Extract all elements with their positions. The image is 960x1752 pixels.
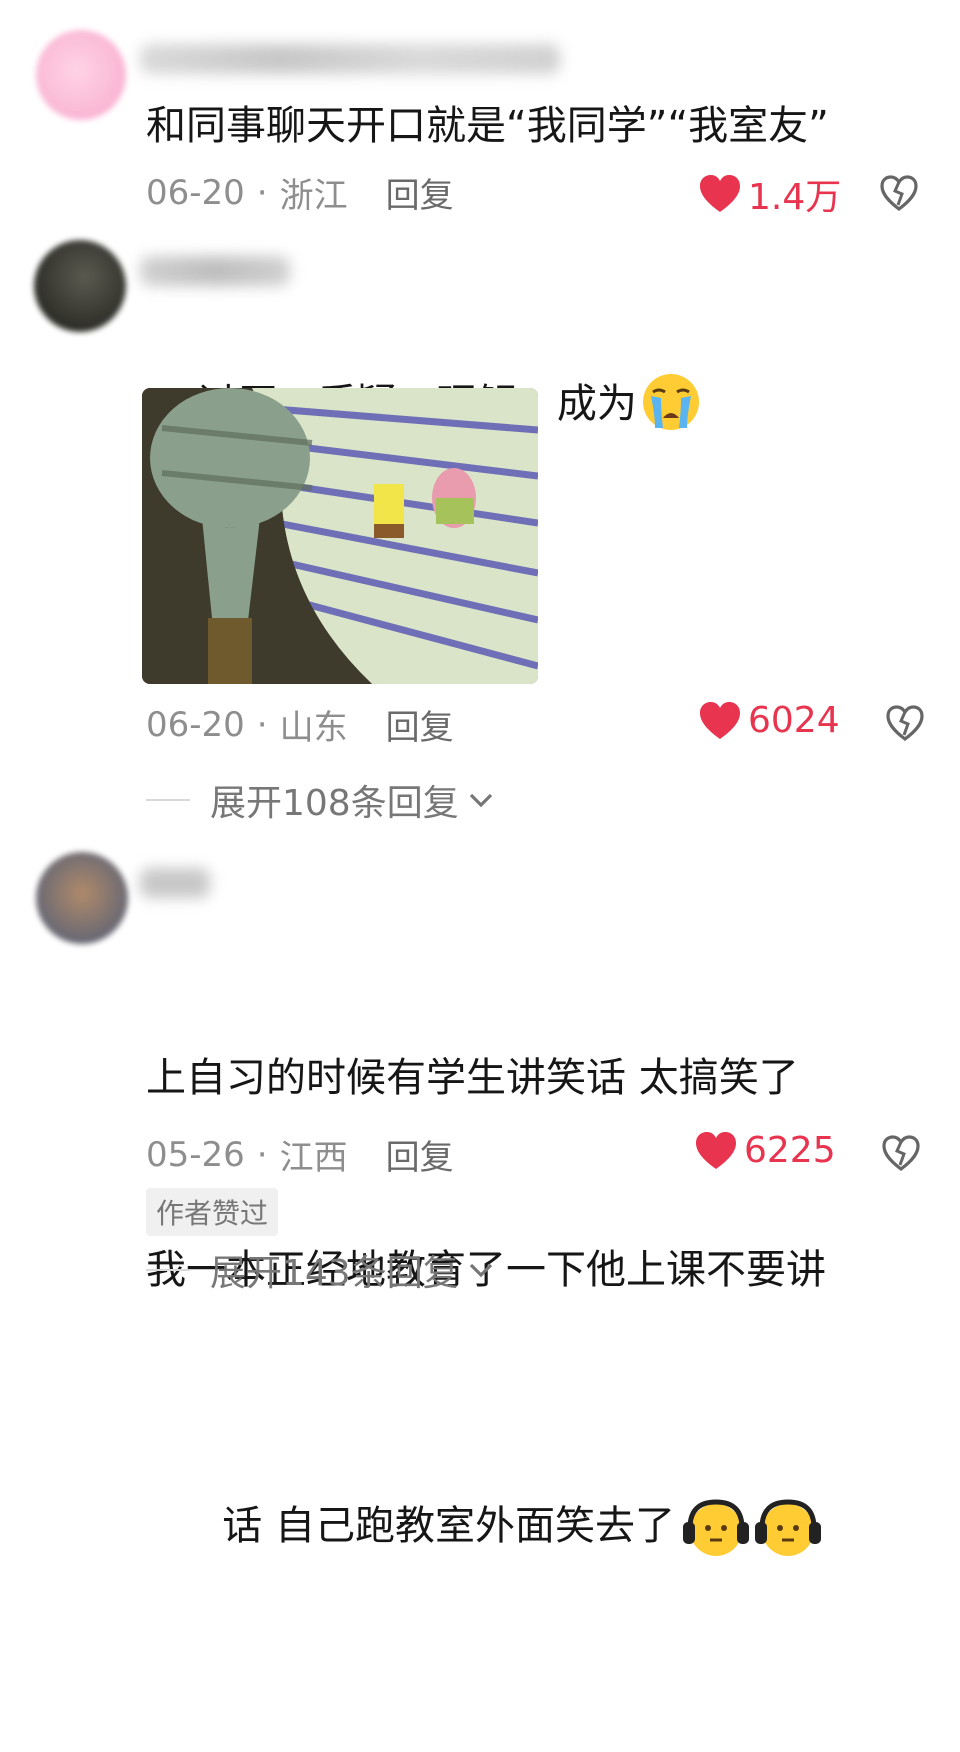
username-blurred[interactable] [140,256,290,286]
author-liked-badge: 作者赞过 [146,1188,279,1236]
heart-icon [696,1131,736,1169]
comment-text-line-with-emoji: 话 自己跑教室外面笑去了 [146,1430,924,1624]
username-blurred[interactable] [140,44,560,74]
comment-date: 05-26 [146,1134,245,1175]
like-count: 6024 [748,700,840,741]
comment-location: 浙江 [279,176,348,216]
comment-location: 山东 [279,708,348,748]
like-count: 6225 [744,1130,836,1171]
comment-date: 06-20 [146,172,245,213]
expand-replies-label: 展开108条回复 [210,783,459,824]
username-blurred[interactable] [140,868,210,898]
cartoon-window-illustration [142,388,538,684]
divider [146,799,190,801]
headphones-face-emoji [683,1499,750,1556]
expand-replies-label: 展开143条回复 [210,1253,459,1294]
comment-text-line: 上自习的时候有学生讲笑话 太搞笑了 [146,1055,799,1101]
comment-text: 和同事聊天开口就是“我同学”“我室友” [146,103,829,149]
heart-icon [700,175,740,212]
meme-image[interactable] [142,388,538,684]
broken-heart-icon[interactable] [880,1132,922,1174]
avatar[interactable] [36,852,128,944]
divider [146,1269,190,1271]
reply-button[interactable]: 回复 [386,1130,454,1179]
comment-meta: 06-20 · 山东 回复 [146,700,454,749]
comment-meta: 06-20 · 浙江 回复 [146,168,454,217]
comment-location: 江西 [279,1138,348,1178]
like-button[interactable]: 6024 [698,700,840,741]
broken-heart-icon[interactable] [878,172,920,214]
expand-replies-button[interactable]: 展开108条回复 [146,774,495,826]
headphones-face-emoji [755,1499,822,1556]
like-button[interactable]: 6225 [694,1130,836,1171]
chevron-down-icon [469,1263,492,1278]
reply-button[interactable]: 回复 [386,168,454,217]
comment-meta: 05-26 · 江西 回复 [146,1130,454,1179]
broken-heart-icon[interactable] [884,702,926,744]
comment-text: 上自习的时候有学生讲笑话 太搞笑了 我一本正经地教育了一下他上课不要讲 话 自己… [146,918,924,1752]
reply-button[interactable]: 回复 [386,700,454,749]
chevron-down-icon [469,793,492,808]
avatar[interactable] [36,30,126,120]
crying-face-emoji [642,374,699,430]
expand-replies-button[interactable]: 展开143条回复 [146,1244,495,1296]
like-button[interactable]: 1.4万 [698,168,841,220]
comment-date: 06-20 [146,704,245,745]
avatar[interactable] [34,240,126,332]
like-count: 1.4万 [748,177,842,218]
heart-icon [700,701,740,739]
